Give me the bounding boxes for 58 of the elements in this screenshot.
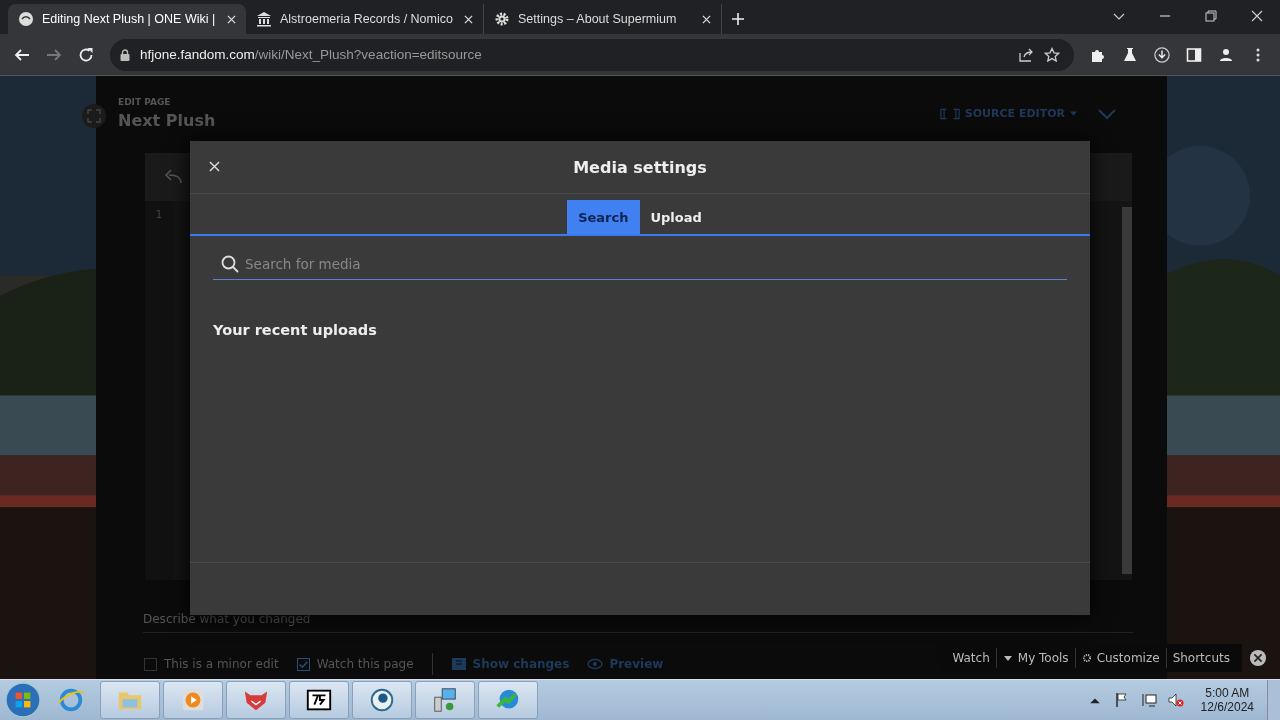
- toolbar-item[interactable]: Shortcuts: [1166, 651, 1236, 665]
- profile-icon[interactable]: [1218, 46, 1234, 63]
- clock-time: 5:00 AM: [1205, 686, 1250, 700]
- side-panel-icon[interactable]: [1186, 46, 1202, 63]
- toolbar-item[interactable]: Customize: [1075, 651, 1166, 665]
- undo-icon[interactable]: [163, 169, 183, 185]
- search-field[interactable]: Search for media: [213, 248, 1067, 280]
- page-title: Next Plush: [118, 111, 216, 130]
- eye-icon: [587, 656, 604, 672]
- close-icon[interactable]: [227, 14, 236, 24]
- computer-icon: [431, 686, 459, 714]
- settings-icon: [494, 11, 510, 27]
- reload-icon[interactable]: [78, 46, 94, 63]
- search-icon: [221, 255, 239, 273]
- download-icon[interactable]: [1154, 46, 1170, 63]
- browser-tab[interactable]: Editing Next Plush | ONE Wiki |: [8, 4, 246, 34]
- globe-icon: [18, 11, 34, 27]
- settings-icon: [1081, 653, 1092, 663]
- start-button[interactable]: [4, 681, 42, 719]
- flask-icon[interactable]: [1122, 46, 1138, 63]
- checkbox[interactable]: [144, 657, 157, 671]
- dialog-tab[interactable]: Upload: [639, 200, 713, 234]
- caret-down-icon: [1070, 111, 1077, 116]
- muted-speaker-icon[interactable]: [1167, 692, 1184, 708]
- lock-icon: [120, 48, 130, 61]
- star-icon[interactable]: [1044, 46, 1060, 63]
- taskbar-button[interactable]: [352, 681, 412, 719]
- back-icon[interactable]: [14, 46, 30, 63]
- network-icon[interactable]: [1140, 692, 1157, 708]
- checkbox-label: This is a minor edit: [164, 657, 279, 671]
- close-icon[interactable]: [702, 14, 711, 24]
- dialog-title: Media settings: [573, 157, 707, 177]
- checkbox-label: Watch this page: [316, 657, 414, 671]
- address-bar[interactable]: hfjone.fandom.com/wiki/Next_Plush?veaction=editsource: [110, 38, 1074, 71]
- toolbar-item[interactable]: Watch: [946, 651, 996, 665]
- building-icon: [256, 11, 272, 27]
- checkbox[interactable]: [296, 657, 310, 671]
- section-heading: Your recent uploads: [213, 322, 378, 338]
- taskbar-button[interactable]: [289, 681, 349, 719]
- edit-page-label: EDIT PAGE: [118, 97, 172, 107]
- url-text: hfjone.fandom.com/wiki/Next_Plush?veaction=editsource: [140, 47, 482, 62]
- brackets-icon: [939, 107, 960, 120]
- forward-icon[interactable]: [46, 46, 62, 63]
- close-icon[interactable]: [464, 14, 473, 24]
- new-tab-icon[interactable]: [732, 13, 744, 25]
- dialog-tab[interactable]: Search: [567, 200, 640, 234]
- toolbar-item[interactable]: My Tools: [996, 651, 1075, 665]
- restore-icon[interactable]: [1205, 10, 1217, 22]
- share-icon[interactable]: [1018, 46, 1034, 63]
- caret-down-icon: [1002, 653, 1013, 663]
- close-icon[interactable]: [1249, 649, 1267, 667]
- flag-icon[interactable]: [1113, 692, 1130, 708]
- eye-icon: [368, 686, 396, 714]
- scrollbar[interactable]: [1122, 207, 1132, 574]
- close-icon[interactable]: [209, 161, 220, 172]
- close-icon[interactable]: [1251, 10, 1263, 22]
- clock-date: 12/6/2024: [1200, 700, 1254, 714]
- compare-icon: [450, 656, 467, 672]
